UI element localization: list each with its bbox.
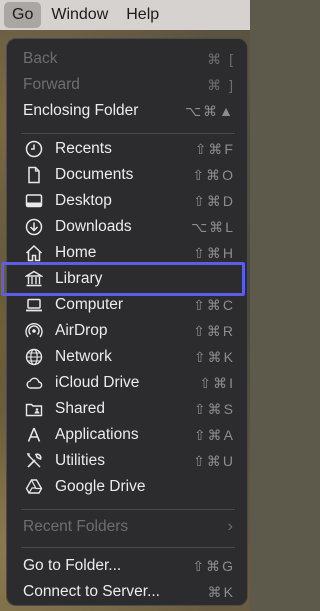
menu-item-utilities[interactable]: Utilities ⇧⌘U (7, 448, 247, 474)
menu-item-label: Enclosing Folder (23, 102, 139, 119)
menu-item-network[interactable]: Network ⇧⌘K (7, 344, 247, 370)
shortcut: ⇧⌘F (194, 140, 235, 157)
menu-help[interactable]: Help (118, 2, 167, 28)
desktop-icon (24, 191, 44, 211)
menu-item-label: Applications (55, 426, 139, 443)
menu-item-label: Back (23, 50, 58, 67)
airdrop-icon (24, 321, 44, 341)
shortcut: ⌥⌘L (191, 218, 235, 235)
shortcut: ⇧⌘K (193, 348, 235, 365)
menu-item-label: Documents (55, 166, 134, 183)
menu-item-label: Home (55, 244, 97, 261)
menu-item-desktop[interactable]: Desktop ⇧⌘D (7, 188, 247, 214)
shortcut: ⇧⌘H (193, 244, 235, 261)
document-icon (24, 165, 44, 185)
menu-item-label: Network (55, 348, 112, 365)
menu-item-recent-folders[interactable]: Recent Folders › (7, 514, 247, 540)
menu-go[interactable]: Go (4, 2, 42, 28)
utilities-icon (24, 451, 44, 471)
menu-item-label: Library (55, 270, 103, 287)
shortcut: ⌘ [ (207, 50, 235, 67)
shortcut: ⇧⌘D (193, 192, 235, 209)
menu-item-enclosing-folder[interactable]: Enclosing Folder ⌥⌘▲ (7, 98, 247, 124)
shortcut: ⇧⌘C (193, 296, 235, 313)
download-icon (24, 217, 44, 237)
menu-item-go-to-folder[interactable]: Go to Folder... ⇧⌘G (7, 553, 247, 579)
computer-icon (24, 295, 44, 315)
cloud-icon (24, 373, 44, 393)
shortcut: ⌥⌘▲ (185, 102, 235, 119)
shortcut: ⇧⌘A (193, 426, 235, 443)
menu-item-recents[interactable]: Recents ⇧⌘F (7, 136, 247, 162)
menu-item-label: Recents (55, 140, 112, 157)
shortcut: ⇧⌘S (193, 400, 235, 417)
go-menu-dropdown: Back ⌘ [ Forward ⌘ ] Enclosing Folder ⌥⌘… (1, 38, 248, 606)
shortcut: ⇧⌘I (199, 374, 235, 391)
menu-item-label: Desktop (55, 192, 112, 209)
menu-item-downloads[interactable]: Downloads ⌥⌘L (7, 214, 247, 240)
shortcut: ⇧⌘U (193, 452, 235, 469)
shared-folder-icon (24, 399, 44, 419)
menu-item-label: Computer (55, 296, 124, 313)
menu-item-label: Go to Folder... (23, 557, 122, 574)
chevron-right-icon: › (227, 518, 233, 535)
menu-item-airdrop[interactable]: AirDrop ⇧⌘R (7, 318, 247, 344)
home-icon (24, 243, 44, 263)
shortcut: ⌘ ] (207, 76, 235, 93)
menu-item-label: Recent Folders (23, 518, 129, 535)
menu-item-back[interactable]: Back ⌘ [ (7, 46, 247, 72)
menu-bar: Go Window Help (0, 0, 250, 30)
menu-item-label: Downloads (55, 218, 132, 235)
menu-item-google-drive[interactable]: Google Drive (7, 474, 247, 500)
menu-item-forward[interactable]: Forward ⌘ ] (7, 72, 247, 98)
menu-window[interactable]: Window (43, 2, 116, 28)
separator (21, 509, 235, 510)
menu-item-applications[interactable]: Applications ⇧⌘A (7, 422, 247, 448)
menu-item-label: Utilities (55, 452, 105, 469)
shortcut: ⌘K (207, 583, 235, 600)
google-drive-icon (24, 477, 44, 497)
separator (21, 547, 235, 548)
menu-item-label: AirDrop (55, 322, 108, 339)
network-icon (24, 347, 44, 367)
shortcut: ⇧⌘R (193, 322, 235, 339)
menu-item-connect-to-server[interactable]: Connect to Server... ⌘K (7, 579, 247, 605)
shortcut: ⇧⌘O (192, 166, 235, 183)
menu-item-label: Shared (55, 400, 105, 417)
separator (21, 133, 235, 134)
menu-item-documents[interactable]: Documents ⇧⌘O (7, 162, 247, 188)
menu-item-label: Connect to Server... (23, 583, 160, 600)
menu-item-label: Google Drive (55, 478, 146, 495)
menu-item-label: Forward (23, 76, 80, 93)
menu-item-icloud-drive[interactable]: iCloud Drive ⇧⌘I (7, 370, 247, 396)
shortcut: ⇧⌘G (192, 557, 235, 574)
menu-item-label: iCloud Drive (55, 374, 140, 391)
library-icon (24, 269, 44, 289)
menu-item-computer[interactable]: Computer ⇧⌘C (7, 292, 247, 318)
menu-item-shared[interactable]: Shared ⇧⌘S (7, 396, 247, 422)
applications-icon (24, 425, 44, 445)
menu-item-library[interactable]: Library (7, 266, 247, 292)
clock-icon (24, 139, 44, 159)
